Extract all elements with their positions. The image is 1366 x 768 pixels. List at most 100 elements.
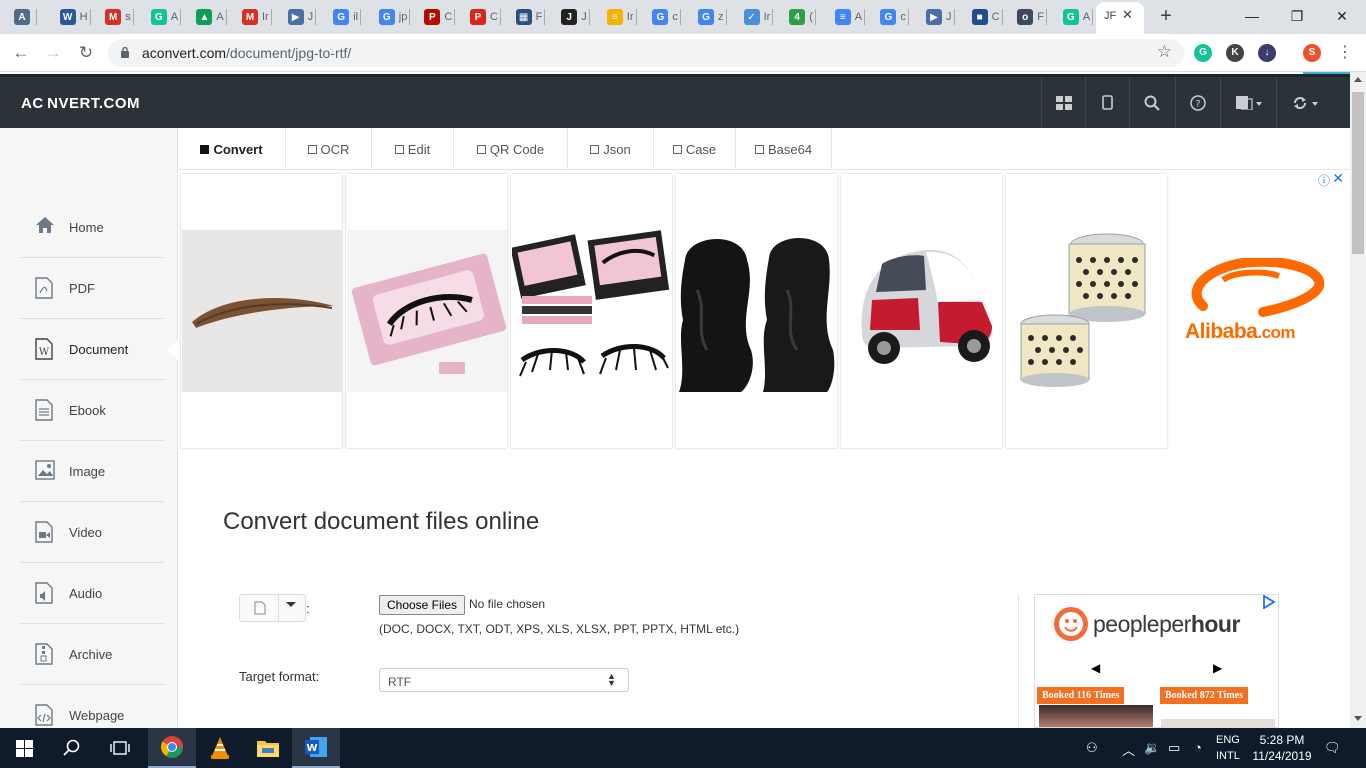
ad-peopleperhour[interactable]: peopleperhour ◀ ▶ Booked 116 Times Booke…	[1034, 594, 1279, 728]
browser-tab[interactable]: PC	[470, 6, 501, 28]
tab-base64[interactable]: Base64	[736, 128, 832, 170]
network-icon[interactable]: ▭	[1168, 740, 1180, 756]
notifications-icon[interactable]: 🗨	[1324, 740, 1341, 756]
browser-tab[interactable]: ■ C	[971, 6, 1003, 28]
ad-prev-icon[interactable]: ◀	[1091, 661, 1100, 675]
ad-hair[interactable]	[676, 174, 837, 448]
browser-tab[interactable]: WH	[59, 6, 91, 28]
people-icon[interactable]: ⚇	[1086, 740, 1098, 756]
ad-car[interactable]	[841, 174, 1002, 448]
refresh-icon[interactable]	[1276, 77, 1334, 128]
browser-tab[interactable]: ≡ A	[834, 6, 866, 28]
browser-tab[interactable]: GA	[150, 6, 182, 28]
sidebar-item-video[interactable]: Video	[20, 502, 165, 563]
tool-tabs: Convert OCR Edit QR Code Json Case Base64	[178, 128, 1350, 170]
taskbar-file-explorer[interactable]	[244, 728, 292, 768]
tab-ocr[interactable]: OCR	[286, 128, 372, 170]
volume-icon[interactable]: 🔉	[1144, 740, 1160, 756]
mobile-icon[interactable]	[1085, 77, 1129, 128]
browser-tab[interactable]: PC	[424, 6, 456, 28]
browser-tab[interactable]: ▲ A	[196, 6, 227, 28]
sidebar-item-document[interactable]: W Document	[20, 319, 165, 380]
ad-alibaba-logo[interactable]: Alibaba.com	[1183, 256, 1333, 358]
restore-button[interactable]: ❐	[1286, 5, 1308, 27]
sidebar-item-ebook[interactable]: Ebook	[20, 380, 165, 441]
show-hidden-icons[interactable]: ︿	[1122, 740, 1135, 759]
tab-json[interactable]: Json	[568, 128, 654, 170]
close-tab-icon[interactable]: ✕	[1122, 7, 1133, 23]
search-icon[interactable]	[1129, 77, 1173, 128]
browser-tab[interactable]: ≡ Ir	[606, 6, 637, 28]
input-type-dropdown[interactable]	[239, 594, 306, 622]
browser-tab[interactable]: Gc	[652, 6, 681, 28]
browser-tab[interactable]: ▶ J	[287, 6, 317, 28]
browser-tab[interactable]: oF	[1017, 6, 1047, 28]
browser-tab[interactable]: ✓ Ir	[743, 6, 774, 28]
reload-button[interactable]: ↻	[73, 40, 99, 66]
extension-icon[interactable]: ↓	[1258, 44, 1276, 62]
address-bar[interactable]: aconvert.com/document/jpg-to-rtf/ ☆	[108, 39, 1184, 67]
start-button[interactable]	[0, 728, 48, 768]
tab-case[interactable]: Case	[654, 128, 736, 170]
sidebar-item-archive[interactable]: Archive	[20, 624, 165, 685]
ad-eyebrow[interactable]	[181, 174, 342, 448]
sidebar-item-pdf[interactable]: PDF	[20, 258, 165, 319]
taskbar-word[interactable]: W	[292, 728, 340, 768]
browser-tab[interactable]: JJ	[561, 6, 590, 28]
clock[interactable]: 5:28 PM 11/24/2019	[1246, 732, 1318, 764]
extension-icon[interactable]: G	[1194, 44, 1212, 62]
browser-tab[interactable]: Gz	[698, 6, 727, 28]
grammarly-tray-icon[interactable]: ◔	[1194, 740, 1202, 755]
taskbar-search-button[interactable]	[48, 728, 96, 768]
ad-lashes-set[interactable]	[511, 174, 672, 448]
tab-convert[interactable]: Convert	[178, 128, 286, 170]
taskbar-vlc[interactable]	[196, 728, 244, 768]
close-window-button[interactable]: ✕	[1331, 5, 1353, 27]
extension-icon[interactable]: K	[1226, 44, 1244, 62]
sidebar-item-audio[interactable]: Audio	[20, 563, 165, 624]
sidebar-item-label: PDF	[69, 280, 95, 296]
browser-tab[interactable]: Gjp	[378, 6, 411, 28]
menu-icon[interactable]: ⋮	[1332, 40, 1358, 66]
browser-tab[interactable]: Gil	[333, 6, 362, 28]
browser-tab[interactable]: 4(	[789, 6, 816, 28]
input-colon: :	[306, 601, 310, 616]
task-view-button[interactable]	[96, 728, 144, 768]
site-logo[interactable]: AC NVERT.COM	[21, 95, 140, 112]
ad-next-icon[interactable]: ▶	[1213, 661, 1222, 675]
browser-tab[interactable]: M Ir	[242, 6, 272, 28]
browser-tab[interactable]: ▦ F	[515, 6, 546, 28]
ad-cookware[interactable]	[1006, 174, 1167, 448]
adchoices-icon[interactable]	[1262, 595, 1276, 609]
sidebar-item-image[interactable]: Image	[20, 441, 165, 502]
language-icon[interactable]	[1220, 77, 1276, 128]
back-button[interactable]: ←	[8, 40, 34, 66]
browser-tab[interactable]: Gc	[880, 6, 909, 28]
browser-tab[interactable]: Ms	[105, 6, 134, 28]
tab-edit[interactable]: Edit	[372, 128, 454, 170]
grid-icon[interactable]	[1041, 77, 1085, 128]
bookmark-star-icon[interactable]: ☆	[1157, 42, 1172, 62]
target-format-select[interactable]: RTF ▲ ▼	[379, 668, 629, 692]
browser-tab-active[interactable]: JF ✕	[1096, 2, 1144, 34]
browser-tab[interactable]: GA	[1062, 6, 1094, 28]
scroll-down-arrow-icon[interactable]	[1354, 716, 1362, 721]
sidebar-item-home[interactable]: Home	[20, 197, 165, 258]
ad-info-icon[interactable]: ⓘ	[1318, 172, 1330, 189]
new-tab-button[interactable]: +	[1155, 6, 1177, 28]
ad-lashes-box[interactable]	[346, 174, 507, 448]
extension-icon[interactable]: S	[1303, 44, 1321, 62]
choose-files-button[interactable]: Choose Files	[379, 595, 465, 615]
browser-tab[interactable]: A	[14, 6, 37, 28]
scrollbar-thumb[interactable]	[1352, 92, 1364, 254]
input-language[interactable]: ENG INTL	[1216, 732, 1240, 764]
scroll-up-arrow-icon[interactable]	[1354, 77, 1362, 82]
ad-close-icon[interactable]: ✕	[1332, 170, 1344, 187]
minimize-button[interactable]: —	[1241, 5, 1263, 27]
help-icon[interactable]: ?	[1175, 77, 1219, 128]
taskbar-chrome[interactable]	[148, 728, 196, 768]
ad-banner[interactable]: ⓘ ✕ Alibaba.com	[178, 170, 1350, 450]
tab-qr-code[interactable]: QR Code	[454, 128, 568, 170]
forward-button[interactable]: →	[40, 40, 66, 66]
browser-tab[interactable]: ▶ J	[926, 6, 955, 28]
